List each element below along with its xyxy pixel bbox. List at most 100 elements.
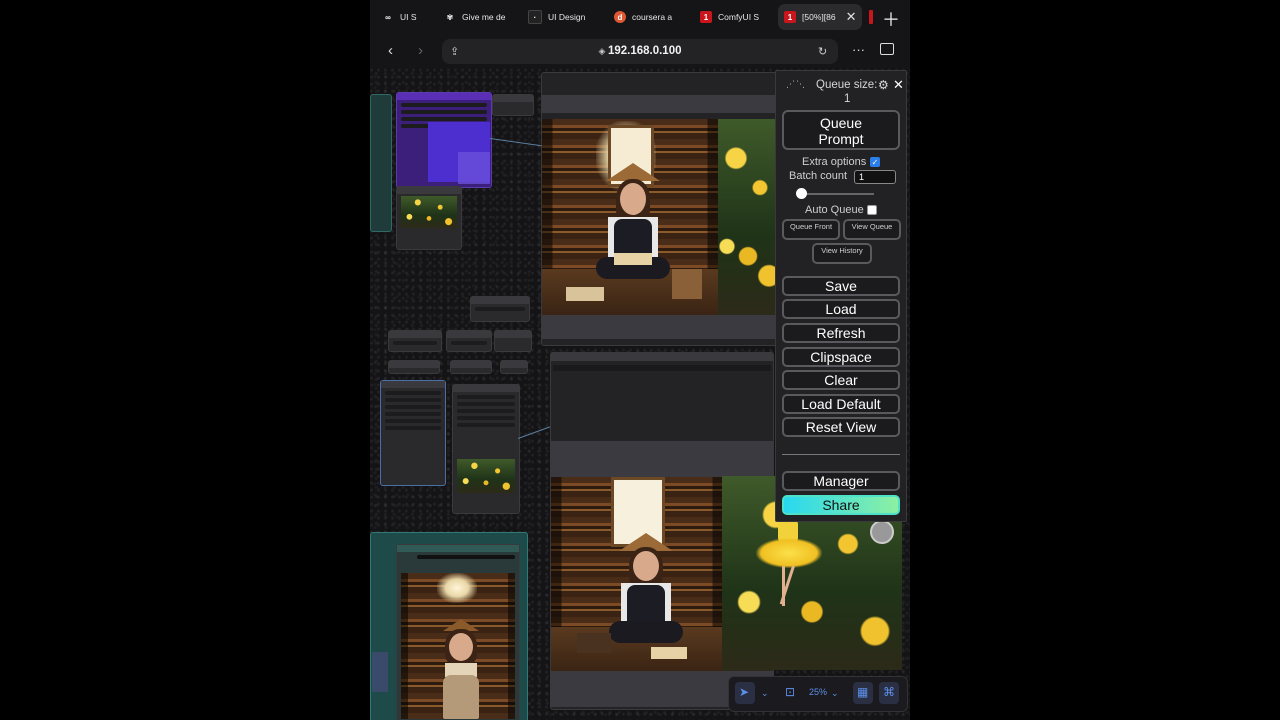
preview-thumbnail [401, 196, 457, 228]
view-queue-button[interactable]: View Queue [843, 219, 901, 240]
graph-node[interactable] [396, 544, 520, 720]
tab-comfyui[interactable]: 1 ComfyUI S [700, 4, 759, 30]
queue-size-header: ⋰⋱ Queue size: 1 ⚙ ✕ [776, 77, 906, 107]
canvas-handle[interactable] [870, 520, 894, 544]
url-field[interactable]: ⇪ ◈ 192.168.0.100 ↻ [442, 39, 838, 64]
tab-label: UI S [400, 12, 417, 22]
ipad-screen: ∞ UI S ✾ Give me de · UI Design d course… [370, 0, 910, 720]
graph-node[interactable] [452, 384, 520, 514]
graph-node[interactable] [470, 296, 530, 322]
extra-options-checkbox[interactable]: ✓ [870, 157, 880, 167]
graph-node[interactable] [396, 186, 462, 250]
address-bar-row: ‹ › ⇪ ◈ 192.168.0.100 ↻ ··· [370, 34, 910, 68]
duckduckgo-icon: d [614, 11, 626, 23]
graph-node[interactable] [388, 330, 442, 352]
graph-node[interactable] [494, 330, 532, 352]
graph-node[interactable] [370, 94, 392, 232]
output-image-library-girl-2 [551, 477, 723, 671]
output-image-forest [718, 119, 778, 315]
fit-view-icon[interactable]: ⊡ [785, 685, 795, 699]
batch-count-label: Batch count [789, 170, 848, 182]
url-value: 192.168.0.100 [607, 45, 682, 57]
square-icon: · [528, 10, 542, 24]
tab-label: ComfyUI S [718, 12, 760, 22]
browser-tab-bar: ∞ UI S ✾ Give me de · UI Design d course… [370, 0, 910, 34]
chevron-down-icon[interactable]: ⌄ [831, 688, 839, 699]
close-icon[interactable]: ✕ [893, 77, 904, 93]
gear-icon[interactable]: ⚙ [878, 78, 889, 92]
tab-ui-s[interactable]: ∞ UI S [382, 4, 417, 30]
back-arrow-icon[interactable]: ‹ [388, 42, 393, 59]
graph-node[interactable] [450, 360, 492, 374]
node-title-bar [542, 95, 778, 113]
save-button[interactable]: Save [782, 276, 900, 296]
queue-front-button[interactable]: Queue Front [782, 219, 840, 240]
load-default-button[interactable]: Load Default [782, 394, 900, 414]
tab-label: [50%][86 [802, 12, 836, 22]
privacy-icon: ◈ [598, 46, 608, 56]
preview-thumbnail [457, 459, 515, 493]
more-icon[interactable]: ··· [852, 42, 865, 57]
auto-queue-label: Auto Queue [805, 204, 864, 216]
queue-size-value: 1 [844, 93, 851, 105]
tab-active-progress[interactable]: 1 [50%][86 ✕ [778, 4, 863, 30]
preview-image-library-girl [401, 573, 515, 719]
link-visibility-icon[interactable]: ⌘ [883, 685, 895, 699]
ballerina-tutu [756, 538, 822, 568]
output-image-library-girl [542, 119, 718, 315]
group-highlight [458, 152, 490, 184]
close-tab-icon[interactable]: ✕ [846, 9, 857, 25]
save-image-node[interactable] [541, 72, 779, 346]
openai-icon: ✾ [446, 12, 454, 22]
tab-ui-design[interactable]: · UI Design [528, 4, 585, 30]
tab-label: UI Design [548, 12, 586, 22]
reader-mode-icon[interactable] [880, 43, 894, 55]
view-history-button[interactable]: View History [812, 243, 872, 264]
queue-prompt-button[interactable]: Queue Prompt [782, 110, 900, 150]
badge-icon: 1 [784, 11, 796, 23]
forward-arrow-icon[interactable]: › [418, 42, 423, 59]
minimap-icon[interactable]: ▦ [857, 685, 868, 699]
manager-button[interactable]: Manager [782, 471, 900, 491]
pointer-tool-icon[interactable]: ➤ [739, 685, 749, 699]
refresh-button[interactable]: Refresh [782, 323, 900, 343]
share-button[interactable]: Share [782, 495, 900, 515]
graph-node[interactable] [380, 380, 446, 486]
graph-node[interactable] [492, 94, 534, 116]
panel-divider [782, 454, 900, 455]
auto-queue-checkbox[interactable] [867, 205, 877, 215]
batch-count-slider-track[interactable] [798, 193, 874, 195]
graph-node[interactable] [500, 360, 528, 374]
batch-count-input[interactable]: 1 [854, 170, 896, 184]
badge-icon: 1 [700, 11, 712, 23]
load-button[interactable]: Load [782, 299, 900, 319]
infinity-icon: ∞ [385, 12, 391, 22]
tab-label: coursera a [632, 12, 673, 22]
clear-button[interactable]: Clear [782, 370, 900, 390]
zoom-level[interactable]: 25% [809, 687, 827, 697]
overflow-tab-indicator[interactable] [869, 10, 873, 24]
drag-handle-icon[interactable]: ⋰⋱ [786, 79, 806, 90]
comfyui-menu-panel: ⋰⋱ Queue size: 1 ⚙ ✕ Queue Prompt Extra … [775, 70, 907, 522]
tab-give-me-de[interactable]: ✾ Give me de [444, 4, 506, 30]
batch-count-slider-knob[interactable] [796, 188, 807, 199]
canvas-toolbar: ➤ ⌄ ⊡ 25% ⌄ ▦ ⌘ [728, 676, 908, 712]
node-widget [553, 365, 771, 371]
node-footer [542, 315, 778, 339]
new-tab-icon[interactable]: ＋ [882, 6, 900, 32]
extra-options-label: Extra options [802, 156, 867, 168]
queue-size-label: Queue size: [816, 79, 878, 91]
graph-node[interactable] [388, 360, 440, 374]
node-section [551, 441, 773, 477]
url-text: ◈ 192.168.0.100 [442, 45, 838, 57]
tab-label: Give me de [462, 12, 506, 22]
clipspace-button[interactable]: Clipspace [782, 347, 900, 367]
node-wire [517, 426, 551, 439]
reset-view-button[interactable]: Reset View [782, 417, 900, 437]
reload-icon[interactable]: ↻ [818, 45, 827, 58]
preview-thumbnail [372, 652, 388, 692]
node-wire [489, 138, 542, 147]
graph-node[interactable] [446, 330, 492, 352]
tab-coursera[interactable]: d coursera a [614, 4, 672, 30]
chevron-down-icon[interactable]: ⌄ [761, 688, 769, 699]
